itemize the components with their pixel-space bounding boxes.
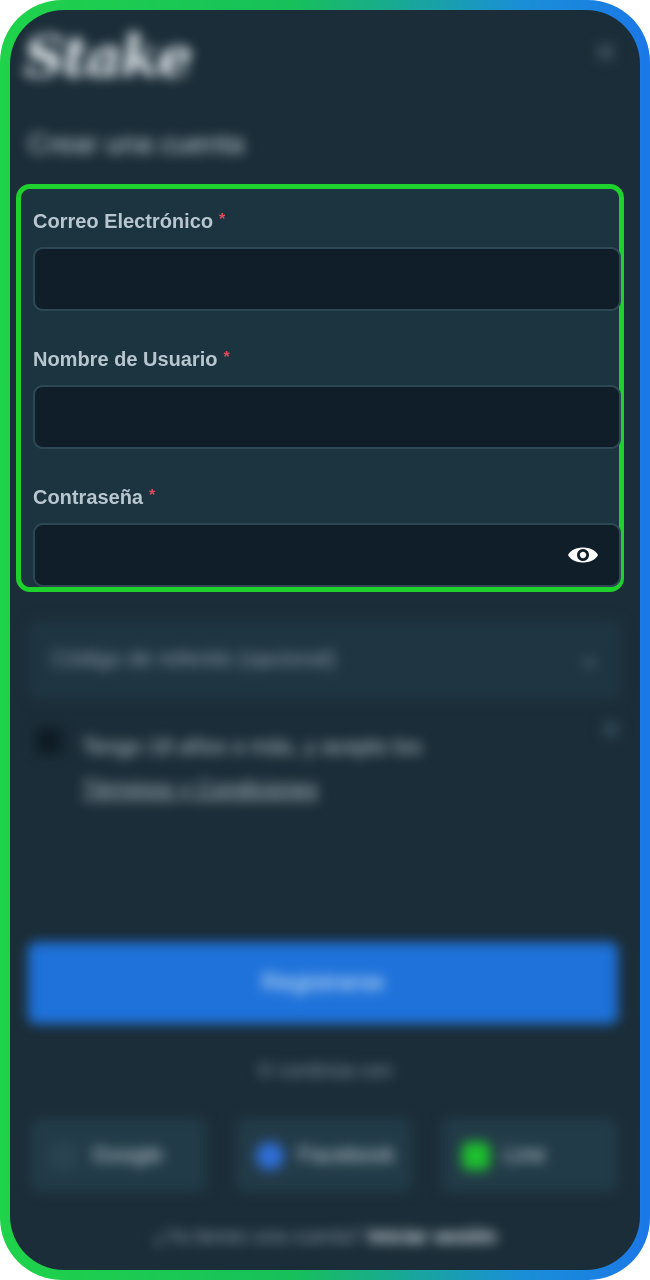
facebook-button[interactable]: Facebook <box>236 1118 412 1192</box>
terms-line: Tengo 18 años o más, y acepto los <box>82 734 422 759</box>
email-label-text: Correo Electrónico <box>33 211 214 233</box>
stake-logo: Stake <box>24 24 193 90</box>
google-button[interactable]: Google <box>30 1118 206 1192</box>
terms-text: Tengo 18 años o más, y acepto los Términ… <box>82 726 522 810</box>
page-title: Crear una cuenta <box>28 128 245 159</box>
line-icon <box>462 1142 490 1171</box>
chevron-down-icon: ⌄ <box>578 642 600 672</box>
register-button[interactable]: Registrarse <box>28 942 618 1024</box>
google-label: Google <box>92 1142 163 1167</box>
password-field[interactable] <box>33 523 621 587</box>
or-continue-text: O continúa con <box>257 1060 393 1082</box>
age-terms-checkbox[interactable] <box>36 728 62 754</box>
password-label: Contraseña * <box>33 487 155 510</box>
facebook-icon <box>256 1142 284 1171</box>
close-icon[interactable]: ✕ <box>593 36 618 71</box>
referral-code-dropdown[interactable]: Código de referido (opcional) ⌄ <box>28 620 622 700</box>
username-field[interactable] <box>33 385 621 449</box>
device-frame: Stake ✕ Crear una cuenta Correo Electrón… <box>0 0 650 1280</box>
eye-icon[interactable] <box>567 543 599 567</box>
required-mark: * <box>219 211 226 228</box>
username-label-text: Nombre de Usuario <box>33 349 218 371</box>
required-mark: * <box>149 487 156 504</box>
login-link[interactable]: Iniciar sesión <box>369 1226 497 1248</box>
login-question: ¿Ya tienes una cuenta? <box>153 1226 364 1248</box>
terms-link[interactable]: Términos y Condiciones <box>82 776 318 801</box>
signup-screen: Stake ✕ Crear una cuenta Correo Electrón… <box>10 10 640 1270</box>
info-icon[interactable] <box>602 720 620 738</box>
referral-label: Código de referido (opcional) <box>52 646 336 671</box>
credentials-form: Correo Electrónico * Nombre de Usuario * C… <box>16 184 624 592</box>
line-button[interactable]: Line <box>442 1118 618 1192</box>
email-label: Correo Electrónico * <box>33 211 225 234</box>
facebook-label: Facebook <box>298 1142 395 1167</box>
google-icon <box>50 1142 78 1171</box>
password-label-text: Contraseña <box>33 487 144 509</box>
username-label: Nombre de Usuario * <box>33 349 230 372</box>
email-field[interactable] <box>33 247 621 311</box>
line-label: Line <box>504 1142 546 1167</box>
login-prompt: ¿Ya tienes una cuenta? Iniciar sesión <box>10 1226 640 1249</box>
required-mark: * <box>223 349 230 366</box>
